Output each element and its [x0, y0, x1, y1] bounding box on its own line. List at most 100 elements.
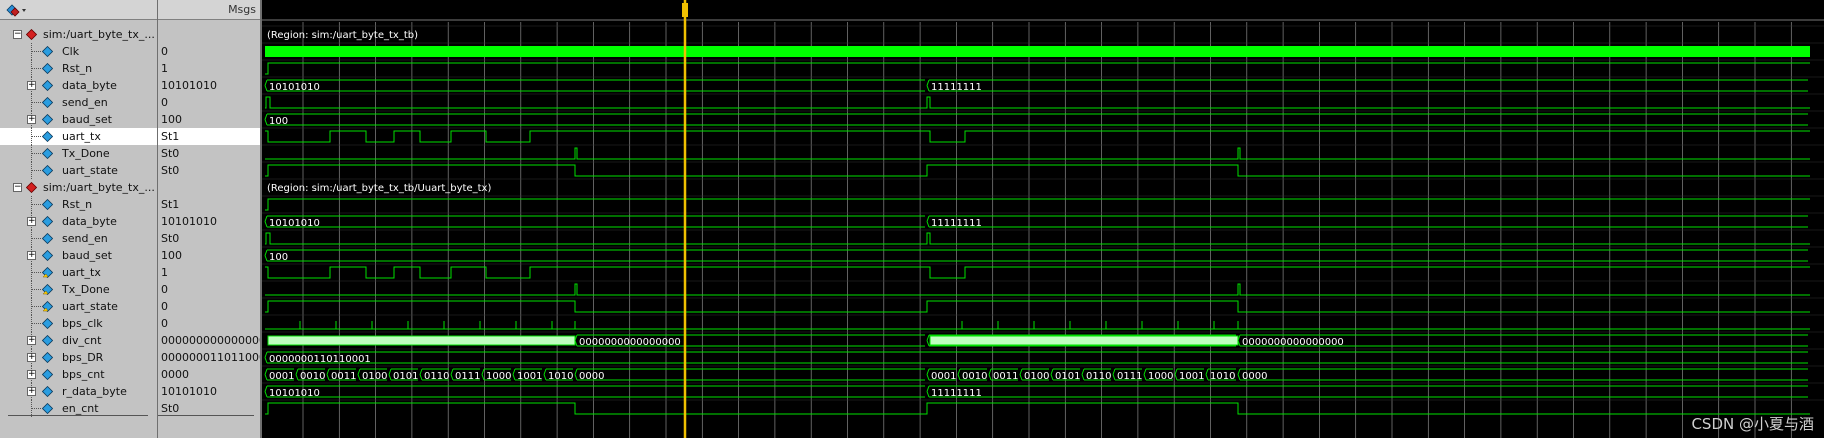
bus-value-label: 0111	[1117, 371, 1142, 382]
signal-value-cell: 0	[161, 45, 168, 58]
signal-row-clk[interactable]: Clk	[0, 43, 157, 60]
group-row[interactable]: − sim:/uart_byte_tx_...	[0, 179, 157, 196]
signal-icon	[42, 165, 53, 176]
signal-row-r-data-byte[interactable]: + r_data_byte	[0, 383, 157, 400]
signal-name: div_cnt	[62, 334, 102, 347]
names-header	[0, 0, 157, 20]
bus-value-label: 1000	[1148, 371, 1173, 382]
expand-icon[interactable]: +	[27, 336, 36, 345]
signal-row-tx-done[interactable]: Tx_Done	[0, 281, 157, 298]
group-label: sim:/uart_byte_tx_...	[43, 181, 155, 194]
signal-row-uart-state[interactable]: uart_state	[0, 162, 157, 179]
expand-icon[interactable]: +	[27, 81, 36, 90]
signal-icon	[42, 114, 53, 125]
baud-set-wave: 100	[264, 249, 1808, 263]
collapse-icon[interactable]: −	[13, 183, 22, 192]
group-msg-cell	[158, 179, 260, 196]
signal-name: send_en	[62, 96, 108, 109]
signal-name: Tx_Done	[62, 283, 110, 296]
bus-value-label: 0000	[579, 371, 604, 382]
signal-icon	[42, 63, 53, 74]
signal-value-cell: 0	[161, 283, 168, 296]
tree-line	[31, 153, 41, 154]
uart-tx-wave	[265, 130, 1810, 143]
signal-name: data_byte	[62, 79, 117, 92]
bus-value-label: 0000	[1242, 371, 1267, 382]
collapse-icon[interactable]: −	[13, 30, 22, 39]
en-cnt-wave	[265, 402, 1810, 415]
signal-row-baud-set[interactable]: + baud_set	[0, 111, 157, 128]
send-en-wave	[265, 96, 1810, 109]
expand-icon[interactable]: +	[27, 115, 36, 124]
wave-header	[262, 0, 1824, 20]
bus-value-label: 10101010	[269, 82, 320, 93]
tree-line	[31, 272, 41, 273]
signal-row-bps-clk[interactable]: bps_clk	[0, 315, 157, 332]
waveform-canvas[interactable]: 10101010 11111111 100 10101010 11111111 1000 0…	[262, 0, 1824, 438]
signal-name: bps_clk	[62, 317, 103, 330]
signal-row-bps-cnt[interactable]: + bps_cnt	[0, 366, 157, 383]
signal-name: baud_set	[62, 113, 112, 126]
wave-format-icon[interactable]	[6, 3, 28, 17]
bus-value-label: 0100	[362, 371, 387, 382]
signal-row-data-byte[interactable]: + data_byte	[0, 77, 157, 94]
tx-done-wave	[265, 147, 1810, 160]
expand-icon[interactable]: +	[27, 217, 36, 226]
bus-value-label: 0000000000000000	[1242, 337, 1344, 348]
signal-row-uart-tx[interactable]: uart_tx	[0, 128, 157, 145]
bus-value-label: 0011	[993, 371, 1018, 382]
signal-value-cell: 0000000110110001	[161, 351, 260, 364]
group-row[interactable]: − sim:/uart_byte_tx_...	[0, 26, 157, 43]
bps-dr-wave: 0000000110110001	[264, 351, 1808, 365]
signal-row-send-en[interactable]: send_en	[0, 94, 157, 111]
signal-row-data-byte[interactable]: + data_byte	[0, 213, 157, 230]
bus-value-label: 0101	[393, 371, 418, 382]
bus-segment	[264, 79, 925, 92]
expand-icon[interactable]: +	[27, 251, 36, 260]
expand-icon[interactable]: +	[27, 370, 36, 379]
signal-row-div-cnt[interactable]: + div_cnt	[0, 332, 157, 349]
tree-line	[31, 51, 41, 52]
signal-name: r_data_byte	[62, 385, 127, 398]
signal-row-send-en[interactable]: send_en	[0, 230, 157, 247]
group-label: sim:/uart_byte_tx_...	[43, 28, 155, 41]
signal-row-uart-tx[interactable]: uart_tx	[0, 264, 157, 281]
bus-value-label: 0110	[424, 371, 449, 382]
signal-row-tx-done[interactable]: Tx_Done	[0, 145, 157, 162]
bus-segment	[926, 215, 1808, 228]
signal-name: send_en	[62, 232, 108, 245]
signal-icon	[42, 301, 53, 312]
clk-wave	[265, 46, 1810, 57]
signal-name: Tx_Done	[62, 147, 110, 160]
tree-line	[31, 170, 41, 171]
signal-row-bps-dr[interactable]: + bps_DR	[0, 349, 157, 366]
signal-name: uart_state	[62, 300, 118, 313]
signal-value-cell: St0	[161, 147, 180, 160]
signal-icon	[42, 80, 53, 91]
tx-done-wave	[265, 283, 1810, 296]
bus-value-label: 10101010	[269, 388, 320, 399]
signal-name: Rst_n	[62, 62, 93, 75]
tree-line	[31, 102, 41, 103]
signal-row-rst-n[interactable]: Rst_n	[0, 196, 157, 213]
signal-name: bps_cnt	[62, 368, 105, 381]
signal-icon	[42, 369, 53, 380]
signal-name: data_byte	[62, 215, 117, 228]
cursor-handle[interactable]	[682, 3, 688, 17]
signal-name: Clk	[62, 45, 80, 58]
expand-icon[interactable]: +	[27, 387, 36, 396]
signal-row-baud-set[interactable]: + baud_set	[0, 247, 157, 264]
bus-value-label: 100	[269, 252, 288, 263]
bus-value-label: 11111111	[931, 82, 982, 93]
tree-line	[31, 68, 41, 69]
signal-row-rst-n[interactable]: Rst_n	[0, 60, 157, 77]
expand-icon[interactable]: +	[27, 353, 36, 362]
watermark: CSDN @小夏与酒	[1691, 415, 1814, 433]
bus-value-label: 11111111	[931, 218, 982, 229]
bps-cnt-wave: 0001 0010 0011 0100 0101 0110 0111 1000 1001 1010…	[264, 368, 1808, 382]
bus-value-label: 0010	[962, 371, 987, 382]
msgs-panel: Msgs 0 1 10101010 0 100 St1 St0 St0 St1 10101010 S…	[158, 0, 262, 438]
signal-names-panel: − sim:/uart_byte_tx_... Clk Rst_n + data_byte…	[0, 0, 158, 438]
signal-row-uart-state[interactable]: uart_state	[0, 298, 157, 315]
tree-line	[31, 204, 41, 205]
